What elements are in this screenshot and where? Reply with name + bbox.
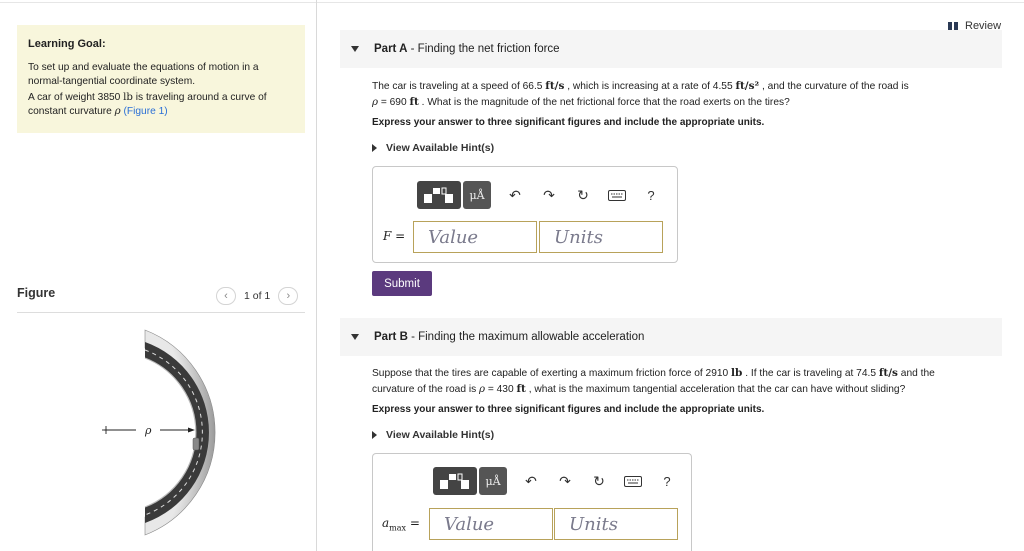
text: . If the car is traveling at 74.5 [742, 368, 879, 379]
road-surface [145, 342, 209, 523]
learning-goal-text: To set up and evaluate the equations of … [28, 62, 259, 87]
accel-subscript: max [389, 523, 407, 533]
value-input[interactable]: Value [413, 221, 537, 253]
car [192, 437, 200, 451]
templates-button[interactable] [433, 467, 477, 495]
figure-link[interactable]: (Figure 1) [123, 106, 167, 117]
units-symbols-button[interactable]: μÅ [479, 467, 507, 495]
part-a-question-line1: The car is traveling at a speed of 66.5 … [372, 79, 992, 95]
caret-down-icon [351, 334, 359, 340]
learning-goal-title: Learning Goal: [28, 38, 106, 50]
force-unit: lb [731, 367, 743, 379]
units-input[interactable]: Units [539, 221, 663, 253]
radius-unit: ft [409, 95, 419, 108]
caret-down-icon [351, 46, 359, 52]
part-a-question: The car is traveling at a speed of 66.5 … [372, 79, 992, 110]
part-b-header[interactable]: Part B - Finding the maximum allowable a… [340, 318, 1002, 356]
part-a-toolbar: μÅ ↶ ↷ ↻ ? [417, 181, 661, 209]
problem-statement-text: A car of weight 3850 [28, 92, 124, 103]
text: and the [897, 368, 935, 379]
rho-label: ρ [144, 424, 152, 437]
radius-unit: ft [516, 382, 526, 395]
part-b-title: Part B - Finding the maximum allowable a… [374, 331, 644, 343]
reset-icon[interactable]: ↻ [573, 185, 593, 205]
speed-unit: ft/s [545, 80, 565, 92]
templates-icon [440, 473, 469, 489]
review-icon [948, 22, 959, 30]
accel-equals: = [406, 516, 420, 530]
text: curvature of the road is [372, 383, 480, 395]
text: , what is the maximum tangential acceler… [525, 383, 906, 395]
rho-symbol: ρ [114, 105, 121, 117]
reset-icon[interactable]: ↻ [589, 471, 609, 491]
figure-counter: 1 of 1 [244, 290, 271, 302]
problem-statement: A car of weight 3850 lb is traveling aro… [28, 91, 294, 118]
column-divider [316, 0, 317, 551]
part-a-prefix: Part A [374, 43, 408, 55]
weight-unit: lb [123, 92, 133, 103]
part-b-question: Suppose that the tires are capable of ex… [372, 366, 992, 397]
templates-button[interactable] [417, 181, 461, 209]
chevron-left-icon[interactable]: ‹ [216, 287, 236, 305]
part-b-title-text: - Finding the maximum allowable accelera… [407, 331, 645, 343]
part-a-question-line2: ρ = 690 ft . What is the magnitude of th… [372, 95, 992, 111]
text: . What is the magnitude of the net frict… [418, 96, 790, 108]
caret-right-icon [372, 144, 377, 152]
force-variable-label: F = [383, 229, 406, 243]
accel-variable-label: amax = [382, 516, 420, 532]
help-button[interactable]: ? [657, 471, 677, 491]
radius-arrowhead [188, 427, 195, 433]
redo-icon[interactable]: ↷ [555, 471, 575, 491]
accel-unit: ft/s² [735, 80, 760, 92]
undo-icon[interactable]: ↶ [521, 471, 541, 491]
hint-label: View Available Hint(s) [386, 429, 495, 441]
units-input[interactable]: Units [554, 508, 678, 540]
part-b-instruction: Express your answer to three significant… [372, 404, 765, 415]
part-a-header[interactable]: Part A - Finding the net friction force [340, 30, 1002, 68]
text: Suppose that the tires are capable of ex… [372, 368, 732, 379]
hint-label: View Available Hint(s) [386, 142, 495, 154]
part-b-toolbar: μÅ ↶ ↷ ↻ ? [433, 467, 677, 495]
road-curve-figure: ρ [102, 329, 216, 536]
undo-icon[interactable]: ↶ [505, 185, 525, 205]
templates-icon [424, 187, 453, 203]
part-b-prefix: Part B [374, 331, 408, 343]
figure-divider [17, 312, 305, 313]
figure-heading: Figure [17, 286, 56, 300]
chevron-right-icon[interactable]: › [278, 287, 299, 305]
text: = 690 [378, 96, 410, 108]
part-a-title-text: - Finding the net friction force [407, 43, 560, 55]
learning-goal-box: Learning Goal: To set up and evaluate th… [17, 25, 305, 133]
part-a-title: Part A - Finding the net friction force [374, 43, 560, 55]
text: , which is increasing at a rate of 4.55 [564, 81, 736, 92]
left-panel: Learning Goal: To set up and evaluate th… [0, 0, 316, 551]
help-button[interactable]: ? [641, 185, 661, 205]
speed-unit: ft/s [878, 367, 898, 379]
part-b-question-line1: Suppose that the tires are capable of ex… [372, 366, 992, 382]
part-a-instruction: Express your answer to three significant… [372, 117, 765, 128]
part-a-hint-toggle[interactable]: View Available Hint(s) [372, 142, 494, 154]
text: The car is traveling at a speed of 66.5 [372, 81, 546, 92]
keyboard-icon[interactable] [623, 471, 643, 491]
submit-button[interactable]: Submit [372, 271, 432, 296]
redo-icon[interactable]: ↷ [539, 185, 559, 205]
keyboard-icon[interactable] [607, 185, 627, 205]
text: , and the curvature of the road is [759, 81, 909, 92]
figure-navigation: ‹ 1 of 1 › [216, 287, 299, 305]
text: = 430 [485, 383, 517, 395]
part-b-hint-toggle[interactable]: View Available Hint(s) [372, 429, 494, 441]
units-symbols-button[interactable]: μÅ [463, 181, 491, 209]
value-input[interactable]: Value [429, 508, 553, 540]
part-b-question-line2: curvature of the road is ρ = 430 ft , wh… [372, 382, 992, 398]
caret-right-icon [372, 431, 377, 439]
